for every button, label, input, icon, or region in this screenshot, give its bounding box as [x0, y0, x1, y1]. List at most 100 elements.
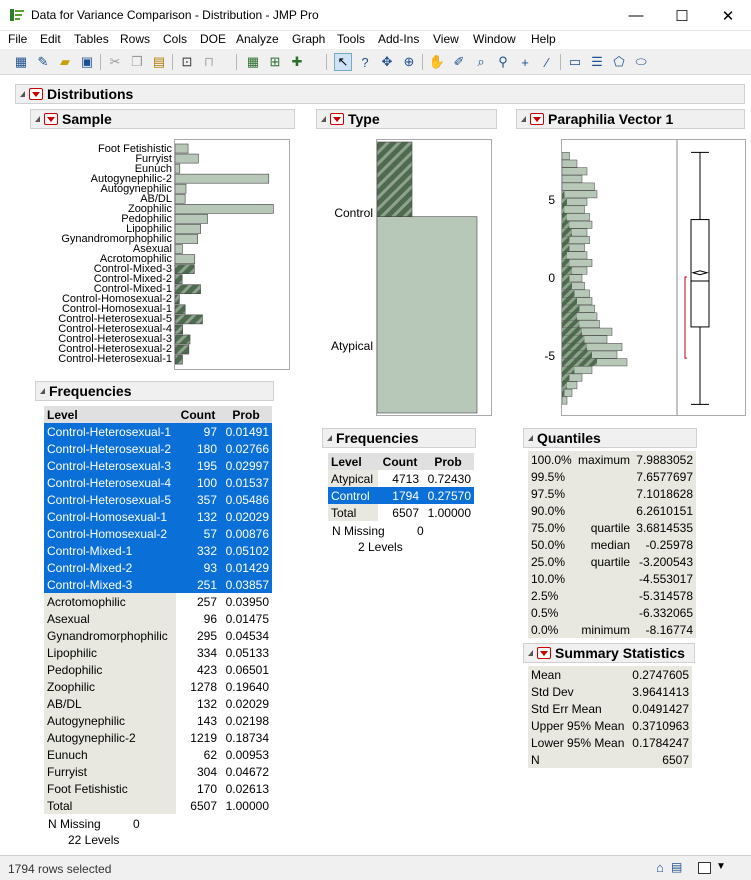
histogram-bar[interactable]: [561, 190, 598, 199]
histogram-selected-bar[interactable]: [562, 198, 567, 206]
histogram-selected-bar[interactable]: [562, 282, 572, 290]
window-list-icon[interactable]: ▤: [671, 860, 682, 874]
help-tool-icon[interactable]: ?: [356, 53, 374, 71]
menu-rows[interactable]: Rows: [120, 32, 150, 46]
type-outline-header[interactable]: Type: [316, 109, 497, 129]
lines-tool-icon[interactable]: ☰: [588, 53, 606, 71]
new-script-icon[interactable]: ✎: [34, 53, 52, 71]
collapse-triangle-icon[interactable]: [327, 435, 332, 441]
histogram-bar[interactable]: [561, 182, 595, 191]
histogram-selected-bar[interactable]: [562, 266, 572, 275]
table-row[interactable]: Control 1794 0.27570: [328, 487, 474, 504]
open-icon[interactable]: ▰: [56, 53, 74, 71]
sample-bar[interactable]: [174, 153, 199, 164]
sample-bar[interactable]: [174, 173, 270, 184]
close-button[interactable]: ✕: [705, 0, 751, 31]
table-row[interactable]: Eunuch 62 0.00953: [44, 746, 272, 763]
distributions-outline-header[interactable]: Distributions: [15, 84, 745, 104]
sample-bar[interactable]: [174, 314, 203, 325]
vector-histogram-boxplot[interactable]: [561, 139, 746, 416]
collapse-triangle-icon[interactable]: [35, 116, 40, 122]
table-row[interactable]: Control-Homosexual-1 132 0.02029: [44, 508, 272, 525]
crosshairs-icon[interactable]: +: [516, 53, 534, 71]
data-table-icon[interactable]: ▦: [244, 53, 262, 71]
table-row[interactable]: Atypical 4713 0.72430: [328, 470, 474, 487]
collapse-triangle-icon[interactable]: [40, 388, 45, 394]
red-triangle-menu-icon[interactable]: [530, 113, 544, 125]
table-row[interactable]: Control-Heterosexual-5 357 0.05486: [44, 491, 272, 508]
table-row[interactable]: Control-Mixed-3 251 0.03857: [44, 576, 272, 593]
table-row[interactable]: Zoophilic 1278 0.19640: [44, 678, 272, 695]
vector-outline-header[interactable]: Paraphilia Vector 1: [516, 109, 745, 129]
sample-bar[interactable]: [174, 324, 183, 335]
histogram-selected-bar[interactable]: [562, 213, 567, 221]
hand-tool-icon[interactable]: ✋: [428, 53, 446, 71]
brush-tool-icon[interactable]: ✐: [450, 53, 468, 71]
quantiles-header[interactable]: Quantiles: [523, 428, 697, 448]
save-icon[interactable]: ▣: [78, 53, 96, 71]
sample-bar[interactable]: [174, 254, 196, 264]
line-tool-icon[interactable]: ⁄: [538, 53, 556, 71]
sample-bar[interactable]: [174, 264, 195, 274]
collapse-triangle-icon[interactable]: [528, 650, 533, 656]
histogram-selected-bar[interactable]: [562, 244, 570, 252]
cut-icon[interactable]: ✂: [106, 53, 124, 71]
sample-bar[interactable]: [174, 234, 198, 244]
collapse-triangle-icon[interactable]: [321, 116, 326, 122]
histogram-bar[interactable]: [561, 152, 570, 160]
chevron-down-icon[interactable]: ▼: [716, 861, 726, 872]
histogram-selected-bar[interactable]: [562, 350, 592, 359]
sample-bar[interactable]: [174, 354, 183, 365]
table-row[interactable]: Gynandromorphophilic 295 0.04534: [44, 627, 272, 644]
collapse-triangle-icon[interactable]: [528, 435, 533, 441]
crosshair-tool-icon[interactable]: ⊕: [400, 53, 418, 71]
histogram-selected-bar[interactable]: [562, 228, 572, 237]
histogram-selected-bar[interactable]: [562, 236, 570, 244]
new-data-table-icon[interactable]: ▦: [12, 53, 30, 71]
histogram-selected-bar[interactable]: [562, 259, 570, 267]
table-row[interactable]: Control-Homosexual-2 57 0.00876: [44, 525, 272, 542]
sample-bar[interactable]: [174, 183, 187, 194]
sample-bar[interactable]: [174, 143, 189, 154]
histogram-selected-bar[interactable]: [562, 389, 565, 397]
histogram-bar[interactable]: [561, 205, 585, 214]
table-row[interactable]: Control-Mixed-2 93 0.01429: [44, 559, 272, 576]
table-row[interactable]: Control-Heterosexual-4 100 0.01537: [44, 474, 272, 491]
table-row[interactable]: Control-Mixed-1 332 0.05102: [44, 542, 272, 559]
arrow-tool-icon[interactable]: ↖: [334, 53, 352, 71]
histogram-selected-bar[interactable]: [562, 251, 567, 260]
type-bar-atypical[interactable]: [376, 216, 478, 414]
table-row[interactable]: Furryist 304 0.04672: [44, 763, 272, 780]
summary-statistics-header[interactable]: Summary Statistics: [523, 643, 695, 663]
sample-outline-header[interactable]: Sample: [30, 109, 295, 129]
sample-bar[interactable]: [174, 214, 208, 224]
histogram-selected-bar[interactable]: [562, 358, 597, 366]
polygon-tool-icon[interactable]: ⬠: [610, 53, 628, 71]
lock-icon[interactable]: ⊓: [200, 53, 218, 71]
histogram-selected-bar[interactable]: [562, 335, 585, 344]
menu-addins[interactable]: Add-Ins: [378, 32, 419, 46]
type-frequencies-header[interactable]: Frequencies: [322, 428, 476, 448]
menu-file[interactable]: File: [8, 32, 27, 46]
table-row[interactable]: Foot Fetishistic 170 0.02613: [44, 780, 272, 797]
histogram-selected-bar[interactable]: [562, 373, 570, 382]
paste-icon[interactable]: ▤: [150, 53, 168, 71]
sample-bar[interactable]: [174, 334, 191, 345]
table-row[interactable]: AB/DL 132 0.02029: [44, 695, 272, 712]
menu-edit[interactable]: Edit: [40, 32, 61, 46]
histogram-selected-bar[interactable]: [562, 320, 580, 328]
selection-tool-icon[interactable]: ✥: [378, 53, 396, 71]
annotate-tool-icon[interactable]: ▭: [566, 53, 584, 71]
sample-bar[interactable]: [174, 294, 180, 305]
table-row[interactable]: Lipophilic 334 0.05133: [44, 644, 272, 661]
add-rows-icon[interactable]: ✚: [288, 53, 306, 71]
red-triangle-menu-icon[interactable]: [330, 113, 344, 125]
minimize-button[interactable]: —: [613, 0, 659, 31]
sample-bar[interactable]: [174, 244, 183, 254]
ellipse-tool-icon[interactable]: ⬭: [632, 53, 650, 71]
table-row[interactable]: Control-Heterosexual-1 97 0.01491: [44, 423, 272, 440]
table-row[interactable]: Pedophilic 423 0.06501: [44, 661, 272, 678]
menu-graph[interactable]: Graph: [292, 32, 325, 46]
sample-bar[interactable]: [174, 304, 186, 315]
histogram-selected-bar[interactable]: [562, 274, 570, 282]
